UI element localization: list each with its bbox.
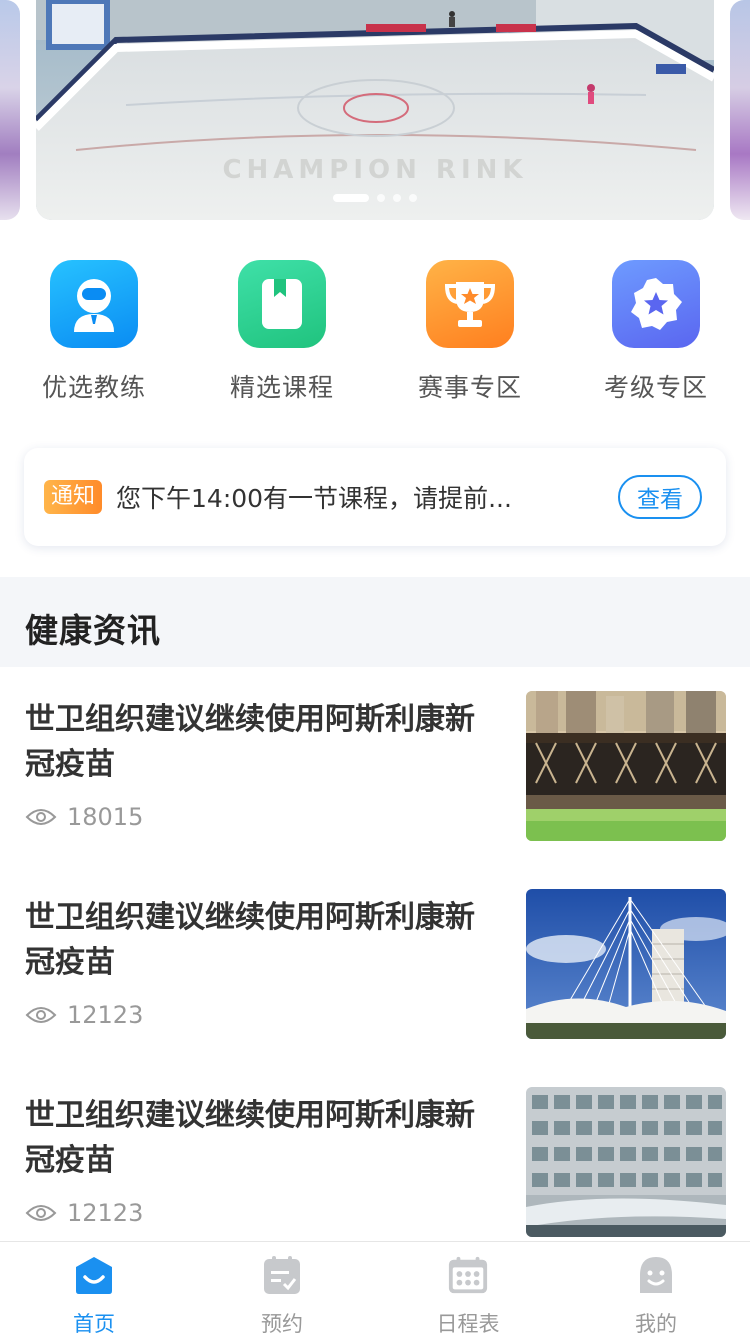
quick-entry-grid: 优选教练 精选课程 赛事专区 考级专区 (0, 260, 750, 410)
carousel-dot[interactable] (377, 194, 385, 202)
tab-home-label: 首页 (73, 1312, 115, 1336)
news-title: 世卫组织建议继续使用阿斯利康新冠疫苗 (25, 900, 475, 980)
next-slide-peek[interactable] (730, 0, 750, 220)
profile-icon (635, 1254, 677, 1296)
entry-coach[interactable]: 优选教练 (24, 260, 164, 404)
news-views-value: 12123 (67, 1199, 144, 1227)
news-item[interactable]: 世卫组织建议继续使用阿斯利康新冠疫苗 12123 (0, 1063, 750, 1261)
calendar-icon (447, 1254, 489, 1296)
tab-booking[interactable]: 预约 (212, 1254, 352, 1338)
section-header: 健康资讯 (0, 577, 750, 667)
news-title: 世卫组织建议继续使用阿斯利康新冠疫苗 (25, 1098, 475, 1178)
view-notice-button[interactable]: 查看 (618, 475, 702, 519)
tab-home[interactable]: 首页 (24, 1254, 164, 1338)
tab-profile[interactable]: 我的 (586, 1254, 726, 1338)
tab-schedule-label: 日程表 (436, 1312, 500, 1336)
museum-sails-photo (526, 889, 726, 1039)
notice-tag: 通知 (44, 480, 103, 514)
news-views-value: 18015 (67, 803, 144, 831)
entry-course[interactable]: 精选课程 (212, 260, 352, 404)
news-view-count: 12123 (25, 1199, 143, 1227)
rink-sign-text: CHAMPION RINK (222, 155, 527, 185)
entry-course-label: 精选课程 (229, 373, 334, 402)
tab-schedule[interactable]: 日程表 (398, 1254, 538, 1338)
home-icon (73, 1254, 115, 1296)
entry-competition[interactable]: 赛事专区 (400, 260, 540, 404)
notice-card[interactable]: 通知 您下午14:00有一节课程，请提前... 查看 (24, 448, 726, 546)
booking-icon (261, 1254, 303, 1296)
trophy-icon (426, 260, 514, 348)
tab-booking-label: 预约 (261, 1312, 303, 1336)
eye-icon (25, 1205, 57, 1221)
star-badge-icon (612, 260, 700, 348)
news-item[interactable]: 世卫组织建议继续使用阿斯利康新冠疫苗 18015 (0, 667, 750, 865)
entry-competition-label: 赛事专区 (417, 373, 522, 402)
bridge-river-photo (526, 691, 726, 841)
news-title: 世卫组织建议继续使用阿斯利康新冠疫苗 (25, 702, 475, 782)
banner-slide[interactable]: CHAMPION RINK (36, 0, 714, 220)
eye-icon (25, 809, 57, 825)
course-book-icon (238, 260, 326, 348)
carousel-dot[interactable] (393, 194, 401, 202)
section-title: 健康资讯 (25, 611, 161, 650)
carousel-indicator (36, 194, 714, 202)
notice-text: 您下午14:00有一节课程，请提前... (116, 484, 512, 513)
news-view-count: 18015 (25, 803, 143, 831)
eye-icon (25, 1007, 57, 1023)
bottom-tab-bar: 首页 预约 日程表 我的 (0, 1241, 750, 1342)
carousel-dot-active[interactable] (333, 194, 369, 202)
entry-coach-label: 优选教练 (41, 373, 146, 402)
news-view-count: 12123 (25, 1001, 143, 1029)
entry-grading-label: 考级专区 (603, 373, 708, 402)
tab-profile-label: 我的 (635, 1312, 677, 1336)
banner-carousel[interactable]: CHAMPION RINK (0, 0, 750, 222)
ice-rink-photo: CHAMPION RINK (36, 0, 714, 220)
previous-slide-peek[interactable] (0, 0, 20, 220)
news-views-value: 12123 (67, 1001, 144, 1029)
entry-grading[interactable]: 考级专区 (586, 260, 726, 404)
carousel-dot[interactable] (409, 194, 417, 202)
coach-icon (50, 260, 138, 348)
news-item[interactable]: 世卫组织建议继续使用阿斯利康新冠疫苗 12123 (0, 865, 750, 1063)
office-building-photo (526, 1087, 726, 1237)
